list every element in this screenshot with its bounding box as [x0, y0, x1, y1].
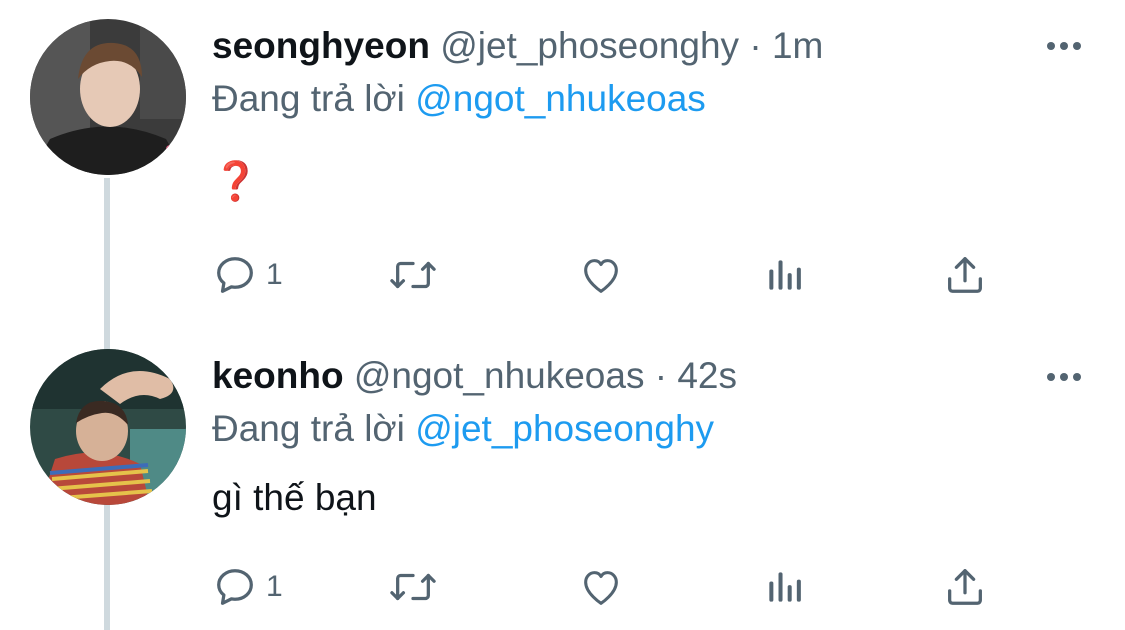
retweet-button[interactable] [388, 562, 438, 612]
avatar-photo [30, 349, 186, 505]
display-name[interactable]: seonghyeon [212, 25, 430, 66]
heart-icon [584, 571, 618, 605]
mention-link[interactable]: @ngot_nhukeoas [415, 78, 706, 119]
share-icon [948, 569, 982, 605]
reply-count: 1 [266, 570, 283, 603]
action-bar: 1 [212, 562, 1012, 612]
reply-icon [217, 569, 253, 605]
timestamp[interactable]: 42s [677, 355, 737, 396]
mention-link[interactable]: @jet_phoseonghy [415, 408, 714, 449]
question-mark-emoji: ❓ [212, 161, 260, 203]
share-icon [948, 257, 982, 293]
more-horizontal-icon [1047, 373, 1055, 381]
reply-icon [217, 257, 253, 293]
replying-prefix: Đang trả lời [212, 408, 405, 449]
tweet-text: gì thế bạn [212, 477, 377, 518]
username[interactable]: @jet_phoseonghy [440, 25, 739, 66]
views-icon [769, 260, 801, 290]
tweet-header: seonghyeon @jet_phoseonghy · 1m [212, 24, 823, 68]
avatar[interactable] [30, 19, 186, 175]
share-button[interactable] [942, 250, 988, 300]
tweet-text: ❓ [212, 160, 259, 204]
replying-to-line: Đang trả lời @ngot_nhukeoas [212, 77, 706, 121]
views-button[interactable] [762, 562, 806, 612]
display-name[interactable]: keonho [212, 355, 344, 396]
share-button[interactable] [942, 562, 988, 612]
reply-button[interactable]: 1 [212, 250, 283, 300]
heart-icon [584, 259, 618, 293]
username[interactable]: @ngot_nhukeoas [354, 355, 645, 396]
action-bar: 1 [212, 250, 1012, 300]
replying-prefix: Đang trả lời [212, 78, 405, 119]
timestamp[interactable]: 1m [772, 25, 823, 66]
avatar[interactable] [30, 349, 186, 505]
more-options-button[interactable] [1047, 372, 1081, 382]
views-button[interactable] [762, 250, 806, 300]
reply-button[interactable]: 1 [212, 562, 283, 612]
like-button[interactable] [577, 562, 625, 612]
retweet-button[interactable] [388, 250, 438, 300]
more-options-button[interactable] [1047, 41, 1081, 51]
retweet-icon [390, 573, 436, 601]
replying-to-line: Đang trả lời @jet_phoseonghy [212, 407, 714, 451]
retweet-icon [390, 261, 436, 289]
tweet-header: keonho @ngot_nhukeoas · 42s [212, 354, 737, 398]
reply-count: 1 [266, 258, 283, 291]
avatar-photo [30, 19, 186, 175]
separator-dot: · [654, 355, 668, 396]
more-horizontal-icon [1047, 42, 1055, 50]
separator-dot: · [749, 25, 762, 66]
like-button[interactable] [577, 250, 625, 300]
views-icon [769, 572, 801, 602]
